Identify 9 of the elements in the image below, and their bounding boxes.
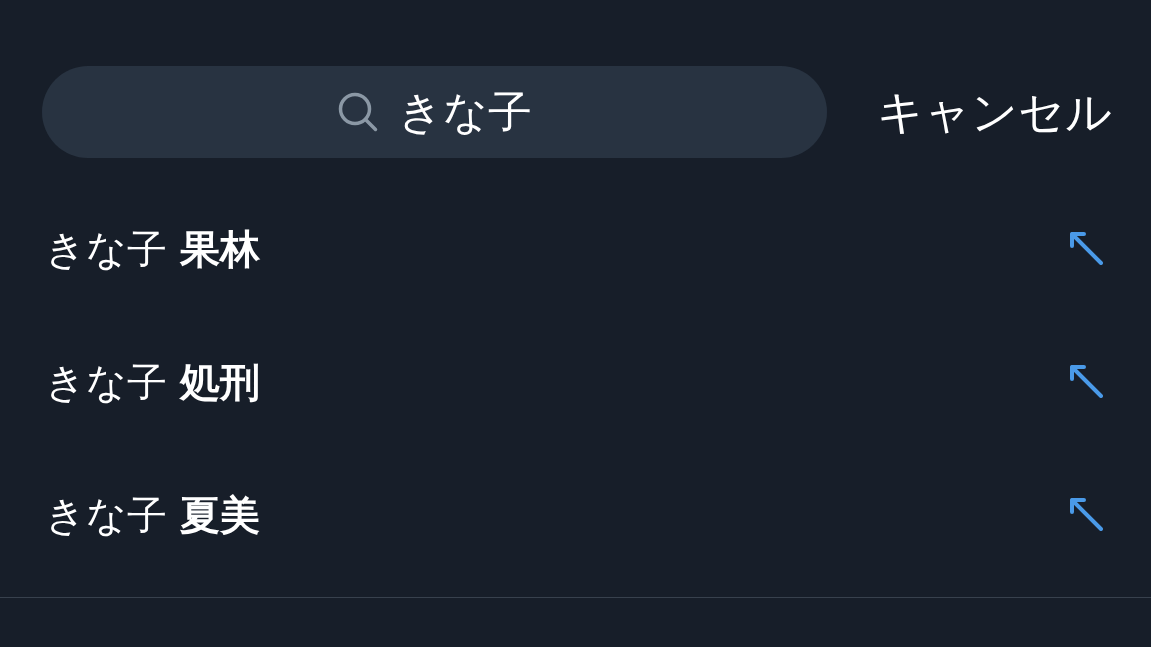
suggestion-text[interactable]: きな子 夏美 (45, 490, 260, 539)
arrow-icon[interactable] (1070, 365, 1103, 398)
arrow-icon[interactable] (1070, 498, 1103, 531)
suggestion-text[interactable]: きな子 果林 (45, 224, 260, 273)
search-field[interactable]: きな子 (42, 66, 827, 158)
suggestion-text[interactable]: きな子 処刑 (45, 357, 260, 406)
search-icon (338, 92, 378, 132)
cancel-button[interactable]: キャンセル (877, 77, 1112, 147)
arrow-icon[interactable] (1070, 232, 1103, 265)
